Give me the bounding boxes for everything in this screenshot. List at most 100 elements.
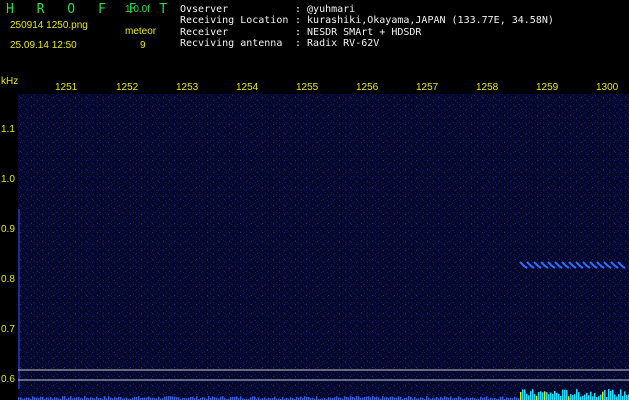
baseline-noise-bar (208, 396, 210, 400)
baseline-noise-bar (556, 392, 558, 400)
baseline-noise-bar (586, 392, 588, 400)
baseline-noise-bar (426, 396, 428, 400)
baseline-noise-bar (170, 396, 172, 400)
baseline-noise-bar (356, 396, 358, 400)
baseline-noise-bar (610, 390, 612, 400)
frequency-tick: 0.9 (1, 224, 15, 235)
baseline-noise-bar (584, 394, 586, 400)
time-tick: 1256 (356, 82, 379, 93)
baseline-noise-bar (598, 396, 600, 400)
baseline-noise-bar (172, 396, 174, 400)
baseline-noise-bar (590, 391, 592, 400)
baseline-noise-bar (108, 396, 110, 400)
baseline-noise-bar (544, 391, 546, 400)
baseline-noise-bar (550, 392, 552, 400)
time-tick: 1257 (416, 82, 439, 93)
baseline-noise-bar (366, 396, 368, 400)
baseline-noise-bar (254, 396, 256, 400)
baseline-noise-bar (616, 396, 618, 400)
baseline-noise-bar (222, 396, 224, 400)
baseline-noise-bar (502, 396, 504, 400)
frequency-unit-label: kHz (1, 76, 19, 87)
baseline-noise-bar (212, 396, 214, 400)
time-tick: 1258 (476, 82, 499, 93)
baseline-noise-bar (358, 396, 360, 400)
time-tick: 1251 (55, 82, 78, 93)
baseline-noise-bar (84, 396, 86, 400)
baseline-noise-bar (32, 396, 34, 400)
baseline-noise-bar (576, 389, 578, 400)
baseline-noise-bar (566, 390, 568, 400)
baseline-noise-bar (196, 396, 198, 400)
baseline-noise-bar (240, 396, 242, 400)
baseline-noise-bar (350, 396, 352, 400)
baseline-noise-bar (368, 396, 370, 400)
baseline-noise-bar (274, 396, 276, 400)
baseline-noise-bar (382, 396, 384, 400)
baseline-noise-bar (558, 393, 560, 400)
spectrogram-edge-strip (18, 209, 20, 389)
baseline-noise-bar (398, 396, 400, 400)
baseline-noise-bar (304, 396, 306, 400)
time-tick: 1254 (236, 82, 259, 93)
baseline-noise-bar (220, 396, 222, 400)
baseline-noise-bar (560, 395, 562, 400)
baseline-noise-bar (532, 389, 534, 400)
spectrogram-noise-overlay (18, 94, 629, 400)
baseline-noise-bar (570, 394, 572, 400)
baseline-noise-bar (588, 395, 590, 400)
antenna-value: : Radix RV-62V (295, 38, 380, 49)
location-value: : kurashiki,Okayama,JAPAN (133.77E, 34.5… (295, 15, 554, 26)
frequency-tick: 1.1 (1, 124, 15, 135)
baseline-noise-bar (568, 396, 570, 400)
baseline-noise-bar (526, 393, 528, 400)
observer-value: : @yuhmari (295, 4, 356, 15)
baseline-noise-bar (336, 396, 338, 400)
time-tick: 1252 (116, 82, 139, 93)
file-name: 250914 1250.png (10, 20, 88, 31)
baseline-noise-bar (148, 396, 150, 400)
baseline-noise-bar (542, 392, 544, 400)
baseline-noise-bar (528, 395, 530, 400)
baseline-noise-bar (540, 391, 542, 400)
time-tick: 1259 (536, 82, 559, 93)
baseline-noise-bar (572, 395, 574, 400)
baseline-noise-bar (574, 394, 576, 400)
meteor-count: 9 (140, 40, 146, 51)
antenna-label: Recviving antenna (180, 38, 283, 49)
baseline-noise-bar (580, 396, 582, 400)
baseline-noise-bar (138, 396, 140, 400)
observer-label: Ovserver (180, 4, 229, 15)
baseline-noise-bar (602, 391, 604, 400)
time-tick: 1253 (176, 82, 199, 93)
baseline-noise-bar (578, 392, 580, 400)
baseline-noise-bar (604, 390, 606, 400)
baseline-noise-bar (316, 396, 318, 400)
baseline-noise-bar (626, 395, 628, 400)
baseline-noise-bar (372, 396, 374, 400)
baseline-noise-bar (592, 396, 594, 400)
baseline-noise-bar (582, 395, 584, 400)
baseline-noise-bar (608, 389, 610, 400)
baseline-noise-bar (70, 396, 72, 400)
baseline-noise-bar (552, 393, 554, 400)
baseline-noise-bar (444, 396, 446, 400)
baseline-noise-bar (168, 396, 170, 400)
baseline-noise-bar (534, 394, 536, 400)
baseline-noise-bar (612, 389, 614, 400)
location-label: Receiving Location (180, 15, 289, 26)
baseline-noise-bar (524, 389, 526, 400)
baseline-noise-bar (536, 395, 538, 400)
baseline-noise-bar (236, 396, 238, 400)
time-tick: 1255 (296, 82, 319, 93)
baseline-noise-bar (548, 394, 550, 400)
baseline-noise-bar (376, 396, 378, 400)
meteor-label: meteor (125, 26, 157, 37)
app-version: 1.0.0f (125, 4, 151, 15)
baseline-noise-bar (530, 391, 532, 400)
baseline-noise-bar (64, 396, 66, 400)
baseline-noise-bar (166, 396, 168, 400)
frequency-tick: 0.7 (1, 324, 15, 335)
baseline-noise-bar (624, 391, 626, 400)
baseline-noise-bar (486, 396, 488, 400)
